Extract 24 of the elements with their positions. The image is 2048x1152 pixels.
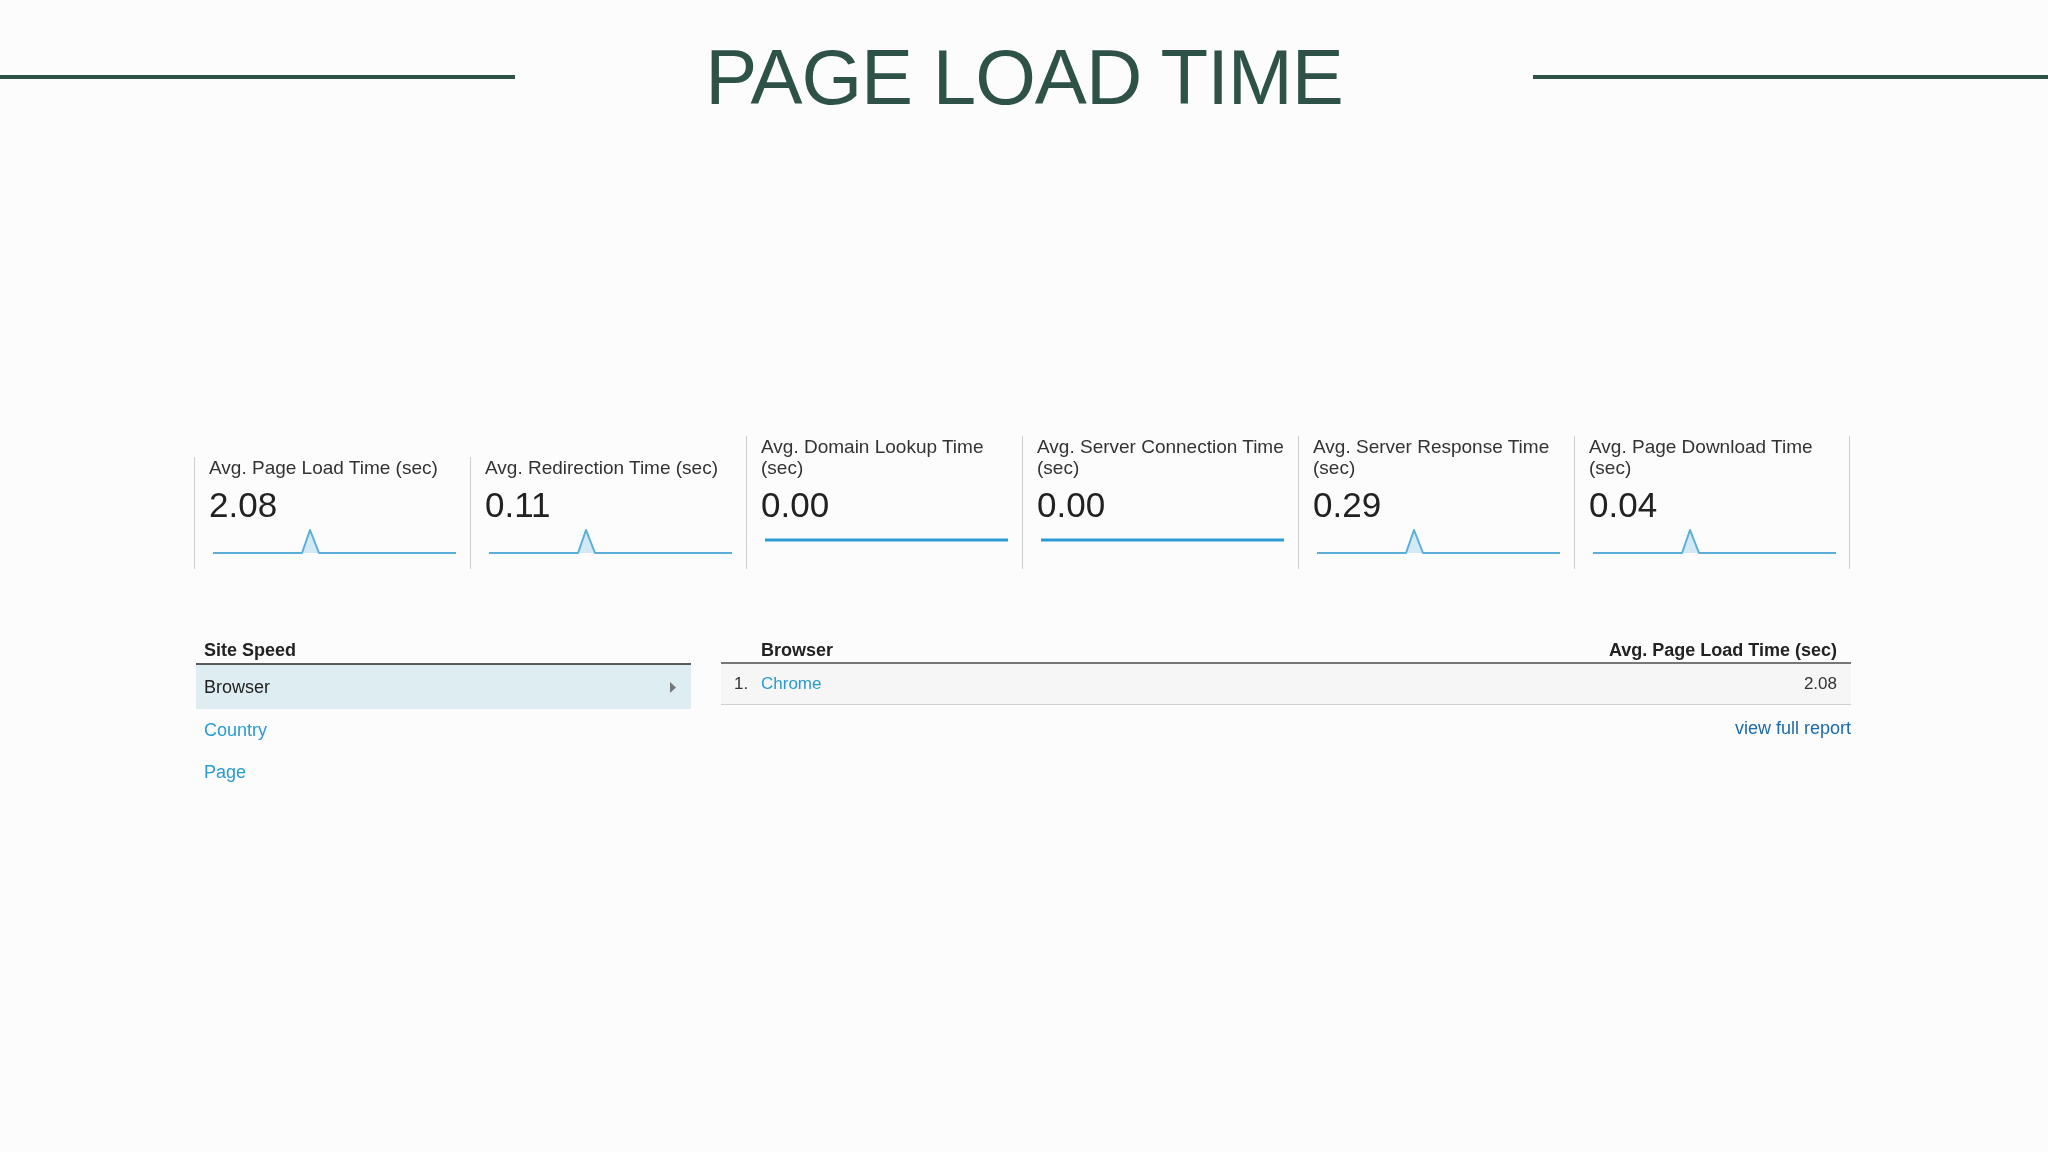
metric-label: Avg. Server Response Time (sec): [1313, 436, 1551, 478]
metric-value: 0.29: [1313, 485, 1383, 525]
table-cell: 2.08: [1803, 674, 1837, 694]
column-header: Avg. Page Load Time (sec): [1608, 639, 1837, 662]
metric-label: Avg. Server Connection Time (sec): [1037, 436, 1285, 478]
metric-value: 0.11: [485, 485, 552, 525]
browser-link[interactable]: Chrome: [761, 674, 822, 694]
metric-value: 0.04: [1589, 485, 1659, 525]
metric-label: Avg. Domain Lookup Time (sec): [761, 436, 985, 478]
dimension-item[interactable]: Page: [204, 751, 247, 793]
row-number: 1.: [734, 674, 750, 694]
column-header: Browser: [761, 639, 834, 662]
page-title: PAGE LOAD TIME: [705, 38, 1343, 116]
metric-value: 0.00: [1037, 485, 1107, 525]
view-full-report-link[interactable]: view full report: [1734, 717, 1851, 739]
dimension-item[interactable]: Country: [204, 709, 268, 751]
metric-value: 0.00: [761, 485, 831, 525]
metric-label: Avg. Page Load Time (sec): [209, 457, 439, 478]
metric-value: 2.08: [209, 485, 279, 525]
dimension-item[interactable]: Browser: [196, 665, 691, 709]
metric-label: Avg. Redirection Time (sec): [485, 457, 719, 478]
caret-icon: [670, 681, 676, 693]
metric-label: Avg. Page Download Time (sec): [1589, 436, 1814, 478]
panel-heading: Site Speed: [204, 640, 297, 660]
